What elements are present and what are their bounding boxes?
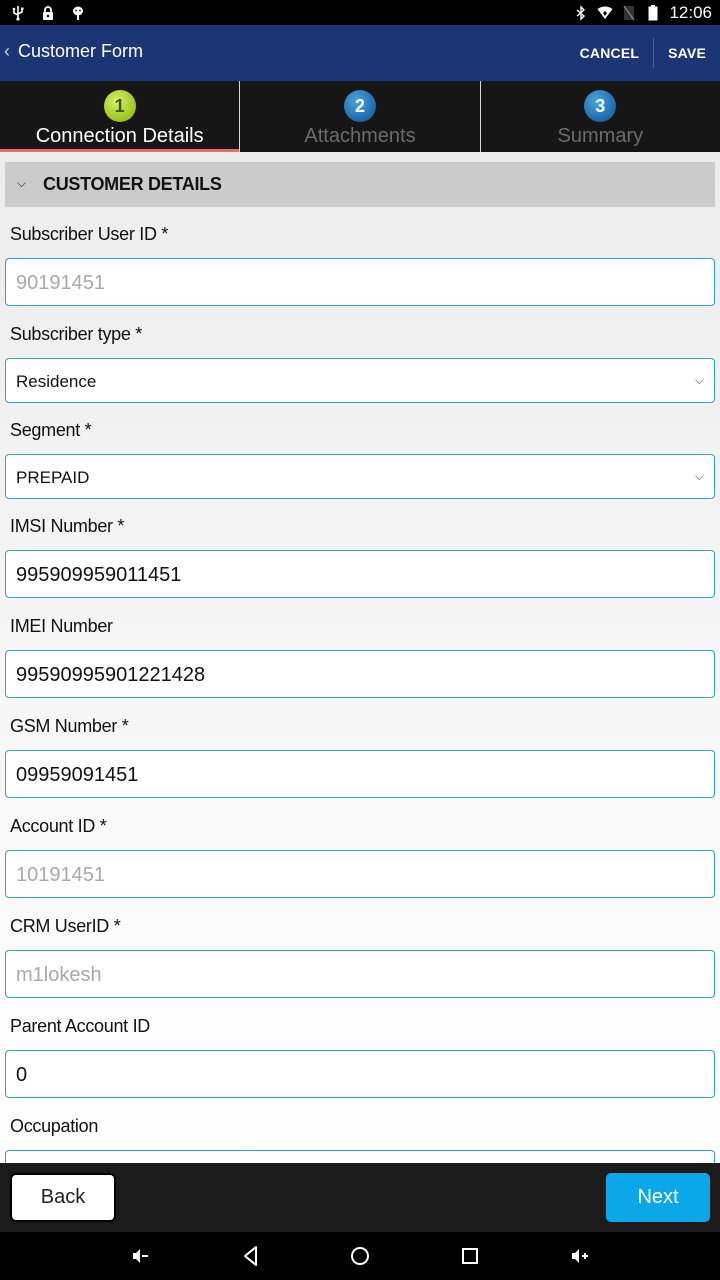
tab-summary[interactable]: 3 Summary xyxy=(479,81,720,152)
segment-label: Segment * xyxy=(10,420,92,440)
step-number-badge: 3 xyxy=(584,90,617,122)
app-bar: ‹ Customer Form CANCEL SAVE xyxy=(0,25,720,81)
chevron-down-icon: ⌵ xyxy=(694,373,704,387)
bluetooth-icon xyxy=(576,4,586,21)
wifi-icon xyxy=(597,6,613,19)
subscriber-type-select[interactable]: Residence ⌵ xyxy=(5,358,715,403)
tab-attachments[interactable]: 2 Attachments xyxy=(239,81,479,152)
no-sim-icon xyxy=(623,5,635,20)
page-title[interactable]: Customer Form xyxy=(18,41,143,62)
crm-user-id-label: CRM UserID * xyxy=(10,916,121,936)
field-value: PREPAID xyxy=(16,468,90,487)
imsi-number-input[interactable]: 995909959011451 xyxy=(5,550,715,598)
gsm-number-input[interactable]: 09959091451 xyxy=(5,750,715,798)
occupation-label: Occupation xyxy=(10,1116,99,1136)
chevron-left-icon[interactable]: ‹ xyxy=(4,41,10,62)
account-id-input[interactable]: 10191451 xyxy=(5,850,715,898)
usb-icon xyxy=(12,5,24,21)
step-number-badge: 1 xyxy=(103,90,136,122)
bottom-action-bar: Back Next xyxy=(0,1163,720,1232)
clock: 12:06 xyxy=(669,2,712,22)
subscriber-type-label: Subscriber type * xyxy=(10,324,142,344)
field-value: 10191451 xyxy=(16,864,105,886)
imei-number-label: IMEI Number xyxy=(10,616,113,636)
parent-account-id-input[interactable]: 0 xyxy=(5,1050,715,1098)
chevron-down-icon: ⌵ xyxy=(17,176,27,190)
next-button[interactable]: Next xyxy=(606,1173,710,1222)
back-icon[interactable] xyxy=(239,1244,263,1268)
subscriber-user-id-input[interactable]: 90191451 xyxy=(5,258,715,306)
battery-icon xyxy=(648,4,658,20)
field-value: m1lokesh xyxy=(16,964,102,986)
android-debug-icon xyxy=(73,6,83,20)
field-value: Residence xyxy=(16,372,97,391)
step-tabs: 1 Connection Details 2 Attachments 3 Sum… xyxy=(0,81,720,152)
field-value: 90191451 xyxy=(16,272,105,294)
tab-label: Summary xyxy=(557,125,644,147)
lock-icon xyxy=(43,5,53,20)
field-value: 99590995901221428 xyxy=(16,664,206,686)
imsi-number-label: IMSI Number * xyxy=(10,516,125,536)
occupation-input[interactable] xyxy=(5,1150,715,1163)
tab-label: Attachments xyxy=(304,125,416,147)
account-id-label: Account ID * xyxy=(10,816,107,836)
segment-select[interactable]: PREPAID ⌵ xyxy=(5,454,715,499)
form-content[interactable]: ⌵ CUSTOMER DETAILS Subscriber User ID * … xyxy=(0,152,720,1163)
crm-user-id-input[interactable]: m1lokesh xyxy=(5,950,715,998)
volume-up-icon[interactable] xyxy=(568,1244,592,1268)
home-icon[interactable] xyxy=(348,1244,372,1268)
save-button[interactable]: SAVE xyxy=(654,38,720,68)
customer-details-section-header[interactable]: ⌵ CUSTOMER DETAILS xyxy=(5,162,715,207)
imei-number-input[interactable]: 99590995901221428 xyxy=(5,650,715,698)
cancel-button[interactable]: CANCEL xyxy=(566,38,654,68)
volume-down-icon[interactable] xyxy=(128,1244,152,1268)
subscriber-user-id-label: Subscriber User ID * xyxy=(10,224,169,244)
parent-account-id-label: Parent Account ID xyxy=(10,1016,150,1036)
section-title: CUSTOMER DETAILS xyxy=(43,174,222,194)
gsm-number-label: GSM Number * xyxy=(10,716,129,736)
tab-label: Connection Details xyxy=(35,125,204,147)
system-nav-bar xyxy=(0,1232,720,1280)
status-bar: 12:06 xyxy=(0,0,720,25)
chevron-down-icon: ⌵ xyxy=(694,469,704,483)
tab-connection-details[interactable]: 1 Connection Details xyxy=(0,81,240,152)
field-value: 995909959011451 xyxy=(16,564,182,586)
recents-icon[interactable] xyxy=(458,1244,482,1268)
step-number-badge: 2 xyxy=(343,90,376,122)
field-value: 09959091451 xyxy=(16,764,139,786)
field-value: 0 xyxy=(16,1064,28,1086)
back-button[interactable]: Back xyxy=(10,1173,116,1222)
